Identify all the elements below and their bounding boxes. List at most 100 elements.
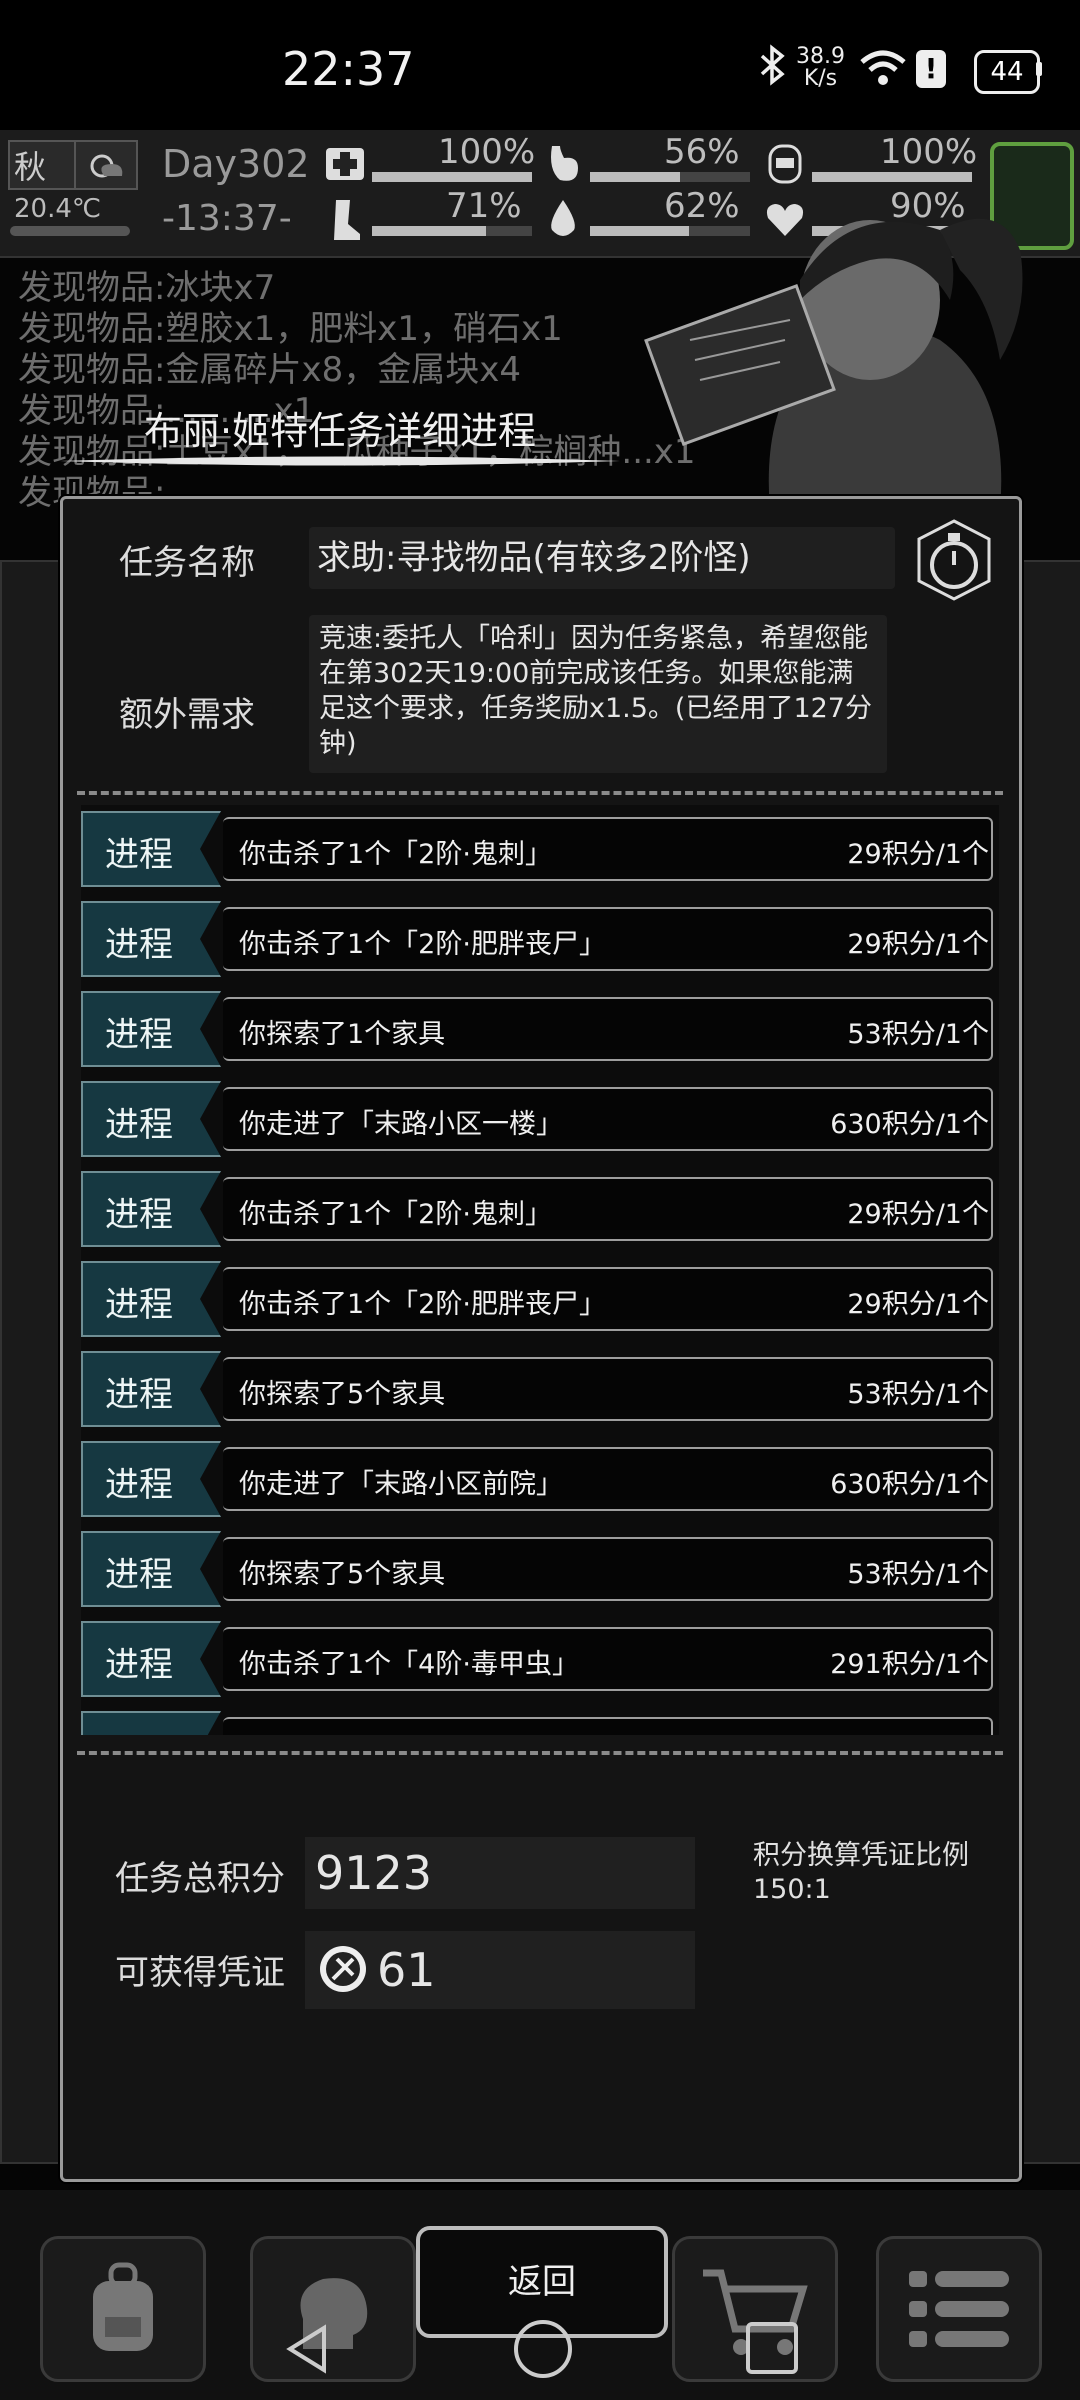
title-underline xyxy=(60,452,620,470)
health-icon xyxy=(320,140,370,186)
weather-icon xyxy=(74,140,138,190)
stopwatch-icon xyxy=(911,517,997,603)
progress-points: 29积分/1个 xyxy=(847,839,989,870)
progress-tag-label: 进程 xyxy=(105,1285,173,1325)
menu-icon xyxy=(909,2267,1009,2357)
progress-description: 你击杀了1个「4阶·毒甲虫」 xyxy=(239,1649,579,1680)
progress-list[interactable]: 进程 你击杀了1个「2阶·鬼刺」 29积分/1个 进程 你击杀了1个「2阶·肥胖丧尸」 2… xyxy=(81,805,999,1735)
progress-description: 你走进了「末路小区一楼」 xyxy=(239,1109,563,1140)
total-points-value: 9123 xyxy=(305,1837,695,1909)
progress-description: 你击杀了1个「2阶·鬼刺」 xyxy=(239,1199,552,1230)
progress-entry: 你击杀了1个「4阶·毒甲虫」 291积分/1个 xyxy=(223,1627,993,1691)
leg-bar xyxy=(372,226,532,236)
water-icon xyxy=(538,196,588,242)
progress-points: 29积分/1个 xyxy=(847,929,989,960)
progress-row: 进程 你探索了5个家具 53积分/1个 xyxy=(81,1531,999,1607)
menu-button[interactable] xyxy=(876,2236,1042,2382)
progress-entry: 你探索了5个家具 53积分/1个 xyxy=(223,1537,993,1601)
battery-icon: 44 xyxy=(974,50,1040,94)
progress-tag-label: 进程 xyxy=(105,835,173,875)
progress-row: 进程 你击杀了1个「2阶·鬼刺」 29积分/1个 xyxy=(81,811,999,887)
system-recents-icon[interactable] xyxy=(746,2322,798,2374)
progress-points: 53积分/1个 xyxy=(847,1379,989,1410)
progress-entry: 你击杀了1个「2阶·肥胖丧尸」 29积分/1个 xyxy=(223,1267,993,1331)
network-speed-unit: K/s xyxy=(803,66,838,91)
task-name-label: 任务名称 xyxy=(119,543,255,583)
network-speed: 38.9 K/s xyxy=(796,46,845,90)
progress-description: 你探索了1个家具 xyxy=(239,1732,445,1735)
character-portrait xyxy=(620,190,1060,510)
progress-tag: 进程 xyxy=(81,1261,221,1337)
progress-tag: 进程 xyxy=(81,1711,221,1735)
background-side-panel xyxy=(1016,560,1080,2164)
progress-tag-label: 进程 xyxy=(105,1105,173,1145)
progress-tag: 进程 xyxy=(81,1171,221,1247)
progress-points: 29积分/1个 xyxy=(847,1199,989,1230)
season-label: 秋 xyxy=(14,148,47,186)
progress-points: 630积分/1个 xyxy=(830,1469,989,1500)
progress-description: 你走进了「末路小区前院」 xyxy=(239,1469,563,1500)
stomach-value: 56% xyxy=(664,132,740,172)
extra-requirement-label: 额外需求 xyxy=(119,695,255,735)
progress-tag: 进程 xyxy=(81,991,221,1067)
progress-tag-label: 进程 xyxy=(105,1465,173,1505)
progress-row: 进程 你击杀了1个「2阶·肥胖丧尸」 29积分/1个 xyxy=(81,901,999,977)
skills-button[interactable] xyxy=(250,2236,416,2382)
progress-description: 你击杀了1个「2阶·鬼刺」 xyxy=(239,839,552,870)
progress-row: 进程你探索了1个家具 53积分/1个 xyxy=(81,1711,999,1735)
game-time: -13:37- xyxy=(162,198,292,239)
total-points-label: 任务总积分 xyxy=(115,1859,285,1899)
progress-tag-label: 进程 xyxy=(105,1555,173,1595)
divider-top xyxy=(77,791,1003,795)
mood-value: 100% xyxy=(880,132,978,172)
progress-entry: 你击杀了1个「2阶·鬼刺」 29积分/1个 xyxy=(223,817,993,881)
event-log: 发现物品:冰块x7 发现物品:塑胶x1，肥料x1，硝石x1 发现物品:金属碎片x… xyxy=(18,268,696,514)
progress-tag-label: 进程 xyxy=(105,925,173,965)
task-progress-dialog: 任务名称 求助:寻找物品(有较多2阶怪) 额外需求 竞速:委托人「哈利」因为任务… xyxy=(60,496,1022,2182)
certificate-icon xyxy=(317,1943,369,1995)
status-time: 22:37 xyxy=(282,42,415,96)
progress-tag: 进程 xyxy=(81,1441,221,1517)
progress-description: 你击杀了1个「2阶·肥胖丧尸」 xyxy=(239,1289,606,1320)
progress-entry: 你击杀了1个「2阶·肥胖丧尸」 29积分/1个 xyxy=(223,907,993,971)
progress-tag-label: 进程 xyxy=(105,1375,173,1415)
bluetooth-icon xyxy=(758,44,788,96)
log-line: 发现物品:冰块x7 xyxy=(18,268,276,308)
progress-tag: 进程 xyxy=(81,1351,221,1427)
progress-tag-label: 进程 xyxy=(105,1195,173,1235)
exchange-ratio-label: 积分换算凭证比例 xyxy=(753,1840,969,1871)
progress-row: 进程 你击杀了1个「2阶·鬼刺」 29积分/1个 xyxy=(81,1171,999,1247)
leg-icon xyxy=(320,196,370,242)
progress-tag: 进程 xyxy=(81,1621,221,1697)
stomach-icon xyxy=(538,140,588,186)
backpack-button[interactable] xyxy=(40,2236,206,2382)
progress-description: 你击杀了1个「2阶·肥胖丧尸」 xyxy=(239,929,606,960)
system-home-icon[interactable] xyxy=(514,2320,572,2378)
progress-description: 你探索了1个家具 xyxy=(239,1019,446,1050)
health-bar xyxy=(372,172,532,182)
season-badge: 秋 xyxy=(8,140,78,190)
health-value: 100% xyxy=(438,132,536,172)
system-back-icon[interactable] xyxy=(282,2322,332,2380)
day-counter: Day302 xyxy=(162,142,310,186)
progress-entry: 你探索了1个家具 53积分/1个 xyxy=(223,997,993,1061)
progress-entry: 你击杀了1个「2阶·鬼刺」 29积分/1个 xyxy=(223,1177,993,1241)
progress-row: 进程 你走进了「末路小区一楼」 630积分/1个 xyxy=(81,1081,999,1157)
progress-tag: 进程 xyxy=(81,1081,221,1157)
backpack-icon xyxy=(83,2261,163,2361)
progress-points: 53积分/1个 xyxy=(847,1559,989,1590)
divider-bottom xyxy=(77,1751,1003,1755)
progress-tag: 进程 xyxy=(81,1531,221,1607)
dialog-title: 布丽·姬特任务详细进程 xyxy=(143,409,537,453)
progress-tag: 进程 xyxy=(81,901,221,977)
progress-tag: 进程 xyxy=(81,811,221,887)
progress-row: 进程 你击杀了1个「4阶·毒甲虫」 291积分/1个 xyxy=(81,1621,999,1697)
progress-row: 进程 你探索了5个家具 53积分/1个 xyxy=(81,1351,999,1427)
progress-tag-label: 进程 xyxy=(105,1727,173,1735)
progress-entry: 你走进了「末路小区一楼」 630积分/1个 xyxy=(223,1087,993,1151)
background-map-panel xyxy=(0,560,64,2164)
progress-row: 进程 你击杀了1个「2阶·肥胖丧尸」 29积分/1个 xyxy=(81,1261,999,1337)
progress-tag-label: 进程 xyxy=(105,1015,173,1055)
extra-requirement-text: 竞速:委托人「哈利」因为任务紧急，希望您能在第302天19:00前完成该任务。如… xyxy=(309,615,887,773)
progress-points: 630积分/1个 xyxy=(830,1109,989,1140)
